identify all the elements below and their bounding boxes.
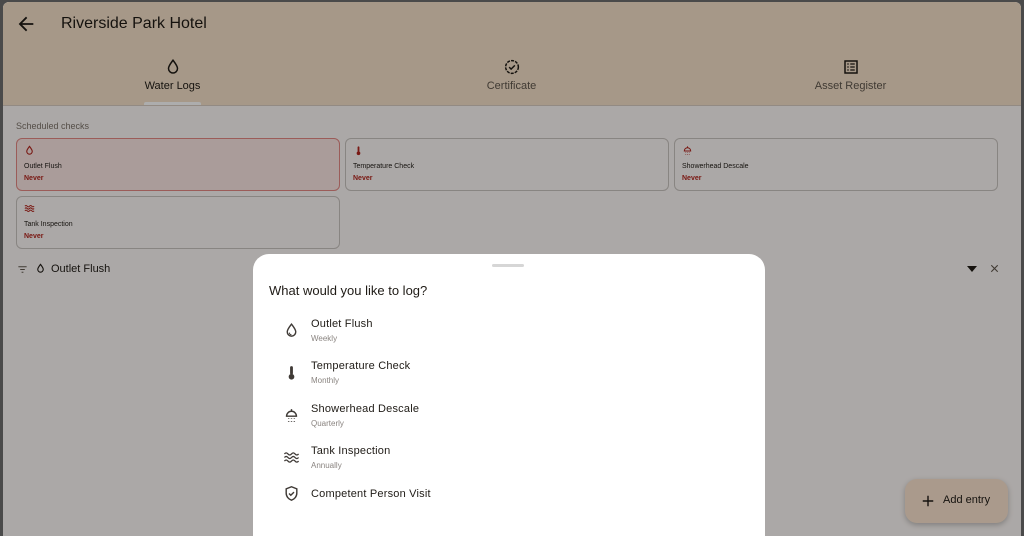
- option-label: Showerhead Descale: [311, 403, 420, 415]
- waves-icon: [283, 452, 300, 463]
- thermometer-icon: [288, 366, 295, 380]
- option-label: Temperature Check: [311, 360, 411, 372]
- option-frequency: Weekly: [311, 334, 338, 343]
- sheet-title: What would you like to log?: [269, 283, 428, 298]
- option-label: Competent Person Visit: [311, 488, 431, 500]
- option-frequency: Monthly: [311, 376, 340, 385]
- shower-icon: [285, 409, 298, 422]
- option-frequency: Annually: [311, 461, 342, 470]
- water-drop-icon: [286, 322, 297, 337]
- option-temperature-check[interactable]: Temperature Check Monthly: [253, 354, 765, 396]
- option-showerhead-descale[interactable]: Showerhead Descale Quarterly: [253, 397, 765, 439]
- option-frequency: Quarterly: [311, 419, 344, 428]
- drag-handle[interactable]: [492, 264, 524, 267]
- option-label: Outlet Flush: [311, 318, 373, 330]
- option-outlet-flush[interactable]: Outlet Flush Weekly: [253, 312, 765, 354]
- option-label: Tank Inspection: [311, 445, 391, 457]
- log-type-bottom-sheet: What would you like to log? Outlet Flush…: [253, 254, 765, 536]
- shield-check-icon: [285, 486, 298, 501]
- option-tank-inspection[interactable]: Tank Inspection Annually: [253, 439, 765, 481]
- option-competent-person-visit[interactable]: Competent Person Visit: [253, 481, 765, 523]
